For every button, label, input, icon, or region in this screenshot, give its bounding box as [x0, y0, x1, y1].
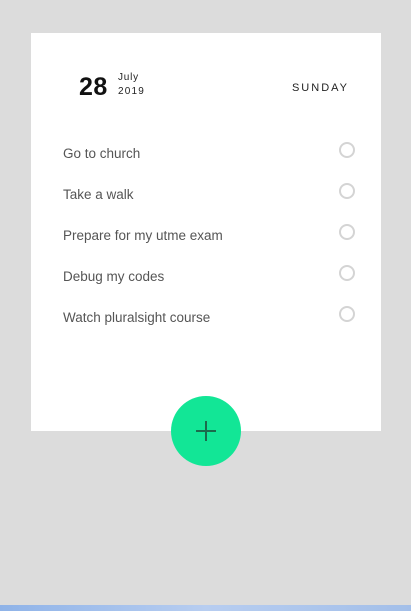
todo-card: 28 July 2019 SUNDAY Go to church Take a … — [31, 33, 381, 431]
task-checkbox[interactable] — [339, 265, 355, 281]
task-checkbox[interactable] — [339, 224, 355, 240]
task-checkbox[interactable] — [339, 306, 355, 322]
taskbar-strip — [0, 605, 411, 611]
day-number: 28 — [79, 73, 108, 101]
weekday-label: SUNDAY — [291, 82, 349, 94]
task-item[interactable]: Take a walk — [63, 183, 355, 225]
task-label: Watch pluralsight course — [63, 310, 211, 325]
task-checkbox[interactable] — [339, 183, 355, 199]
task-label: Take a walk — [63, 187, 134, 202]
task-item[interactable]: Prepare for my utme exam — [63, 224, 355, 266]
task-checkbox[interactable] — [339, 142, 355, 158]
task-item[interactable]: Watch pluralsight course — [63, 306, 355, 348]
plus-icon — [196, 421, 216, 441]
month-label: July — [118, 72, 139, 83]
task-item[interactable]: Debug my codes — [63, 265, 355, 307]
task-label: Debug my codes — [63, 269, 165, 284]
task-list: Go to church Take a walk Prepare for my … — [63, 142, 355, 348]
task-item[interactable]: Go to church — [63, 142, 355, 184]
year-label: 2019 — [118, 86, 146, 97]
add-task-button[interactable] — [171, 396, 241, 466]
task-label: Go to church — [63, 146, 141, 161]
task-label: Prepare for my utme exam — [63, 228, 223, 243]
